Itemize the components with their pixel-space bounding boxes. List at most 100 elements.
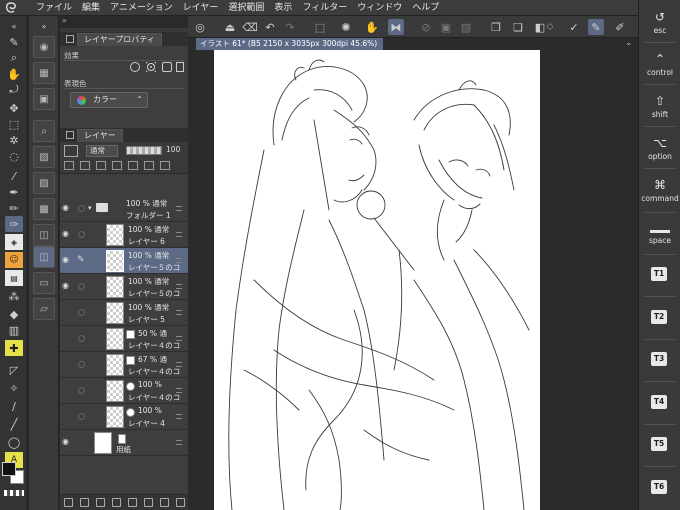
save-icon[interactable]: ⏏	[222, 19, 238, 35]
space-key[interactable]: space	[641, 224, 679, 245]
fill-icon[interactable]: ◆	[5, 306, 23, 322]
grip-icon[interactable]	[176, 440, 182, 445]
select-icon[interactable]: ⬚	[5, 116, 23, 132]
tool-property-icon[interactable]: ▦	[33, 62, 55, 84]
canvas-paper[interactable]	[214, 50, 540, 510]
text-sticker-icon[interactable]: ▤	[5, 270, 23, 286]
grip-icon[interactable]	[176, 284, 182, 289]
layer-lock-icon[interactable]	[78, 413, 85, 420]
magic-wand-icon[interactable]: ✲	[5, 132, 23, 148]
menu-animation[interactable]: アニメーション	[110, 0, 173, 16]
eye-icon[interactable]: ◉	[62, 204, 72, 212]
line-icon[interactable]: ╱	[5, 416, 23, 432]
layer-panel-icon[interactable]: ◫	[33, 246, 55, 268]
menu-window[interactable]: ウィンドウ	[357, 0, 402, 16]
layer-row[interactable]: ◉ 100 % レイヤー 4	[60, 404, 188, 430]
layer-row[interactable]: ◉ ▾ 100 % 通常 フォルダー 1	[60, 196, 188, 222]
sticker-icon[interactable]: ◈	[5, 234, 23, 250]
combine-below-icon[interactable]	[127, 498, 137, 507]
menu-edit[interactable]: 編集	[82, 0, 100, 16]
menu-layer[interactable]: レイヤー	[183, 0, 219, 16]
draft-icon[interactable]	[96, 161, 106, 170]
clear-selection-icon[interactable]: ⊘	[418, 19, 434, 35]
layer-row[interactable]: ◉ ✎ 100 % 通常 レイヤー５のコ	[60, 248, 188, 274]
collapse-subtool-icon[interactable]: »	[35, 18, 53, 34]
eyedropper-icon[interactable]: ⁄	[5, 168, 23, 184]
move-icon[interactable]: ✥	[5, 100, 23, 116]
airbrush-icon[interactable]: ⁂	[5, 288, 23, 304]
grip-icon[interactable]	[176, 310, 182, 315]
menu-view[interactable]: 表示	[274, 0, 292, 16]
canvas-tab[interactable]: イラスト 61* (B5 2150 x 3035px 300dpi 45.6%)	[196, 38, 384, 50]
vector-icon[interactable]: ◇	[542, 19, 558, 35]
flip-horizontal-icon[interactable]: ⧓	[388, 19, 404, 35]
t4-key[interactable]: T4	[651, 395, 667, 409]
menu-filter[interactable]: フィルター	[302, 0, 347, 16]
new-raster-layer-icon[interactable]	[63, 498, 73, 507]
layer-row[interactable]: ◉ 67 % 通 レイヤー４のコ	[60, 352, 188, 378]
menu-selection[interactable]: 選択範囲	[228, 0, 264, 16]
brush-size-icon[interactable]: ▣	[33, 88, 55, 110]
eye-hidden-icon[interactable]: ◉	[62, 386, 72, 394]
eye-hidden-icon[interactable]: ◉	[62, 412, 72, 420]
layer-lock-icon[interactable]	[78, 387, 85, 394]
blend-mode-select[interactable]: 通常	[86, 145, 118, 157]
material-2-icon[interactable]: ▨	[33, 172, 55, 194]
layer-lock-icon[interactable]	[78, 361, 85, 368]
frame-icon[interactable]: ◸	[5, 362, 23, 378]
trash-cmd-icon[interactable]: ⌫	[242, 19, 258, 35]
pen-settings-icon[interactable]: ✐	[612, 19, 628, 35]
brush-icon[interactable]: ✑	[5, 216, 23, 232]
effect-tone-icon[interactable]	[146, 62, 156, 72]
clip-studio-logo-icon[interactable]	[4, 1, 18, 15]
eye-icon[interactable]: ◉	[62, 256, 72, 264]
control-key[interactable]: ⌃ control	[641, 52, 679, 77]
effect-layer-color-icon[interactable]	[162, 62, 172, 72]
layer-lock-icon[interactable]	[78, 335, 85, 342]
effect-extract-icon[interactable]	[176, 62, 184, 72]
t6-key[interactable]: T6	[651, 480, 667, 494]
grip-icon[interactable]	[176, 258, 182, 263]
chevron-down-icon[interactable]: ▾	[88, 204, 92, 212]
search-layer-icon[interactable]: ⌕	[33, 120, 55, 142]
layer-row[interactable]: ◉ 用紙	[60, 430, 188, 456]
reference-icon[interactable]	[80, 161, 90, 170]
ruler-show-icon[interactable]	[160, 161, 170, 170]
apply-mask-icon[interactable]	[159, 498, 169, 507]
collapse-panel-icon[interactable]: »	[62, 16, 67, 25]
collapse-icon[interactable]: «	[5, 18, 23, 34]
grip-icon[interactable]	[176, 232, 182, 237]
create-mask-icon[interactable]	[143, 498, 153, 507]
eye-hidden-icon[interactable]: ◉	[62, 308, 72, 316]
redo-icon[interactable]: ↷	[282, 19, 298, 35]
layer-row[interactable]: ◉ 100 % レイヤー４のコ	[60, 378, 188, 404]
gradient-icon[interactable]: ▥	[5, 322, 23, 338]
shift-key[interactable]: ⇧ shift	[641, 94, 679, 119]
pencil-icon[interactable]: ✏	[5, 200, 23, 216]
undo-icon[interactable]: ↶	[262, 19, 278, 35]
correct-line-icon[interactable]: ✧	[5, 380, 23, 396]
copy-icon[interactable]: ❐	[488, 19, 504, 35]
pen-edit-icon[interactable]: ✎	[5, 34, 23, 50]
clip-icon[interactable]	[64, 161, 74, 170]
lock-alpha-icon[interactable]	[128, 161, 138, 170]
stabilize-icon[interactable]: ✓	[566, 19, 582, 35]
esc-key[interactable]: ↺ esc	[641, 10, 679, 35]
layer-lock-icon[interactable]	[78, 205, 85, 212]
sub-color-swatch[interactable]	[2, 462, 16, 476]
chevron-down-icon[interactable]: ⌄	[625, 38, 632, 47]
invert-selection-icon[interactable]: ▣	[438, 19, 454, 35]
grip-icon[interactable]	[176, 206, 182, 211]
grip-icon[interactable]	[176, 388, 182, 393]
layer-row[interactable]: ◉ 100 % 通常 レイヤー５のコ	[60, 274, 188, 300]
menu-file[interactable]: ファイル	[36, 0, 72, 16]
snap-icon[interactable]: ✋	[364, 19, 380, 35]
pen-pressure-icon[interactable]: ✎	[588, 19, 604, 35]
trash-icon[interactable]	[175, 498, 185, 507]
color-swatch[interactable]	[2, 462, 24, 484]
layer-color-icon[interactable]	[64, 145, 78, 157]
camera-icon[interactable]: ◎	[192, 19, 208, 35]
layer-lock-icon[interactable]	[78, 283, 85, 290]
zoom-icon[interactable]: ⌕	[5, 50, 23, 66]
new-vector-layer-icon[interactable]	[79, 498, 89, 507]
